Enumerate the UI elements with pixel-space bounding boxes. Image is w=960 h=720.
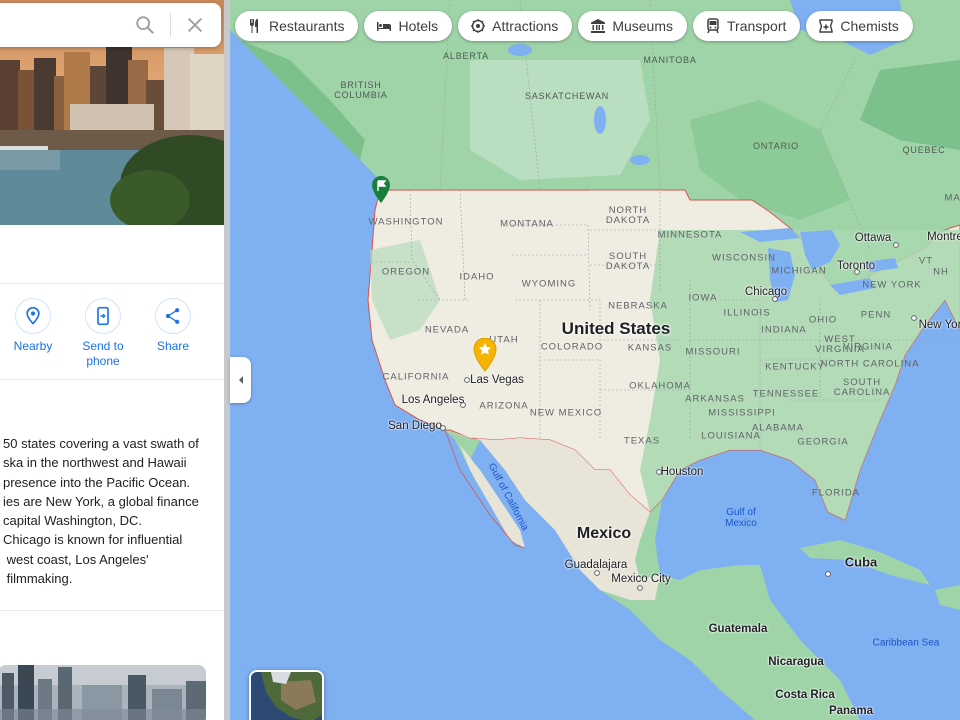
share-button[interactable]: Share (138, 298, 208, 354)
nearby-icon (26, 306, 40, 325)
description-line: filmmaking. (3, 571, 73, 587)
chip-label: Restaurants (269, 18, 345, 34)
description-line: capital Washington, DC. (3, 513, 142, 529)
chip-museums[interactable]: Museums (578, 11, 687, 41)
chip-hotels[interactable]: Hotels (364, 11, 453, 41)
chip-label: Hotels (398, 18, 439, 34)
close-icon[interactable] (184, 14, 206, 36)
star-pin-icon[interactable] (473, 338, 497, 372)
chip-attractions[interactable]: Attractions (458, 11, 573, 41)
send-to-phone-label: Send to phone (82, 339, 124, 368)
chip-transport[interactable]: Transport (693, 11, 801, 41)
satellite-thumbnail (251, 672, 322, 720)
city-markers (440, 242, 917, 591)
description-line: 50 states covering a vast swath of (3, 436, 199, 451)
chip-label: Transport (727, 18, 787, 34)
chemist-icon (819, 19, 834, 33)
city-photo[interactable] (0, 665, 206, 720)
museum-icon (591, 19, 606, 33)
nearby-label: Nearby (13, 339, 53, 353)
chip-restaurants[interactable]: Restaurants (235, 11, 359, 41)
collapse-panel-button[interactable] (230, 357, 251, 403)
restaurant-icon (249, 19, 258, 33)
category-chips: Restaurants Hotels Attractions Museums T… (235, 11, 913, 41)
divider-line (0, 610, 224, 611)
search-icon[interactable] (134, 14, 156, 36)
send-to-phone-button[interactable]: Send to phone (68, 298, 138, 369)
chip-chemists[interactable]: Chemists (806, 11, 913, 41)
place-description: 50 states covering a vast swath of ska i… (3, 434, 217, 588)
description-line: ies are New York, a global finance (3, 493, 199, 509)
hotel-icon (377, 22, 392, 31)
description-line: west coast, Los Angeles' (3, 551, 149, 567)
divider-line (0, 283, 224, 284)
map-canvas[interactable]: ALBERTA BRITISH COLUMBIA SASKATCHEWAN MA… (230, 0, 960, 720)
share-icon (165, 308, 180, 324)
place-panel: Nearby Send to phone Share 50 states cov… (0, 0, 224, 720)
description-line: presence into the Pacific Ocean. (3, 474, 191, 490)
chip-label: Attractions (492, 18, 559, 34)
chip-label: Museums (612, 18, 673, 34)
transport-icon (707, 18, 719, 34)
nearby-button[interactable]: Nearby (0, 298, 68, 354)
share-label: Share (156, 339, 190, 353)
chevron-left-icon (238, 376, 243, 384)
flag-pin-icon[interactable] (371, 176, 391, 204)
search-box[interactable] (0, 3, 221, 47)
description-line: ska in the northwest and Hawaii (3, 455, 187, 471)
chip-label: Chemists (840, 18, 899, 34)
attractions-icon (471, 19, 486, 33)
search-divider (170, 13, 171, 37)
divider-line (0, 379, 224, 380)
description-line: Chicago is known for influential (3, 532, 183, 548)
send-to-phone-icon (97, 306, 109, 326)
layers-toggle-button[interactable] (249, 670, 324, 720)
